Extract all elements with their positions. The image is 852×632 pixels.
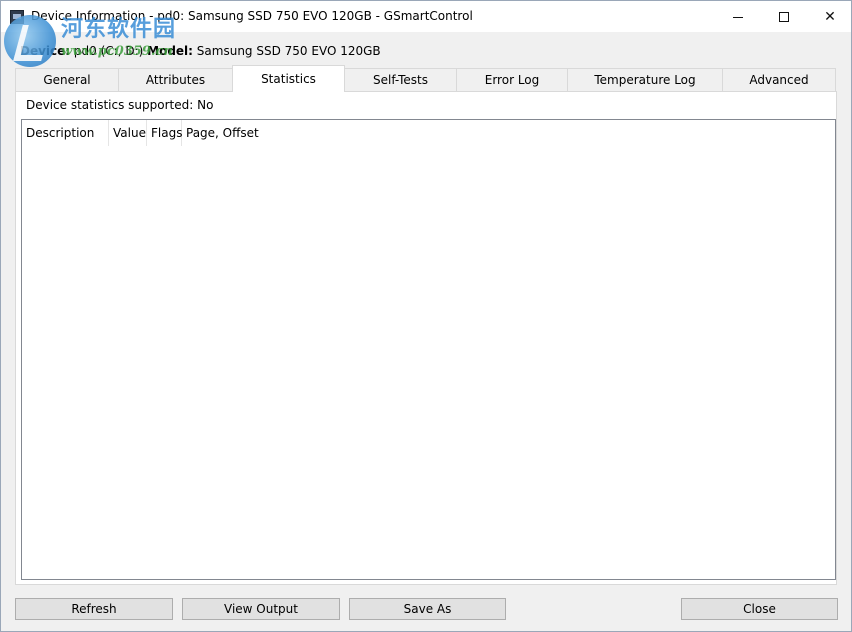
tab-advanced[interactable]: Advanced xyxy=(722,68,836,91)
column-header-flags[interactable]: Flags xyxy=(147,120,182,146)
tab-self-tests[interactable]: Self-Tests xyxy=(344,68,457,91)
column-header-description[interactable]: Description xyxy=(22,120,109,146)
model-label: Model: xyxy=(147,44,193,58)
column-header-value[interactable]: Value xyxy=(109,120,147,146)
close-window-button[interactable]: ✕ xyxy=(807,1,852,32)
title-bar[interactable]: Device Information - pd0: Samsung SSD 75… xyxy=(1,1,851,32)
close-icon: ✕ xyxy=(824,8,836,25)
tab-bar: General Attributes Statistics Self-Tests… xyxy=(15,65,837,92)
app-icon xyxy=(10,10,24,24)
model-value: Samsung SSD 750 EVO 120GB xyxy=(196,44,381,58)
refresh-button[interactable]: Refresh xyxy=(15,598,173,620)
minimize-button[interactable] xyxy=(715,1,761,32)
column-header-page-offset[interactable]: Page, Offset xyxy=(182,120,834,146)
table-header: Description Value Flags Page, Offset xyxy=(22,120,835,146)
minimize-icon xyxy=(733,17,743,18)
maximize-button[interactable] xyxy=(761,1,807,32)
tab-error-log[interactable]: Error Log xyxy=(456,68,568,91)
device-summary: Device: pd0 (C:, D:) Model: Samsung SSD … xyxy=(20,44,381,58)
statistics-table[interactable]: Description Value Flags Page, Offset xyxy=(21,119,836,580)
device-information-window: Device Information - pd0: Samsung SSD 75… xyxy=(0,0,852,632)
device-value: pd0 (C:, D:) xyxy=(73,44,144,58)
close-button[interactable]: Close xyxy=(681,598,838,620)
tab-statistics[interactable]: Statistics xyxy=(232,65,345,92)
device-label: Device: xyxy=(20,44,71,58)
tab-general[interactable]: General xyxy=(15,68,119,91)
statistics-supported-text: Device statistics supported: No xyxy=(26,98,214,112)
tab-temperature-log[interactable]: Temperature Log xyxy=(567,68,723,91)
window-title: Device Information - pd0: Samsung SSD 75… xyxy=(31,9,473,23)
maximize-icon xyxy=(779,11,789,22)
statistics-panel: Device statistics supported: No Descript… xyxy=(15,91,837,585)
tab-attributes[interactable]: Attributes xyxy=(118,68,233,91)
view-output-button[interactable]: View Output xyxy=(182,598,340,620)
save-as-button[interactable]: Save As xyxy=(349,598,506,620)
